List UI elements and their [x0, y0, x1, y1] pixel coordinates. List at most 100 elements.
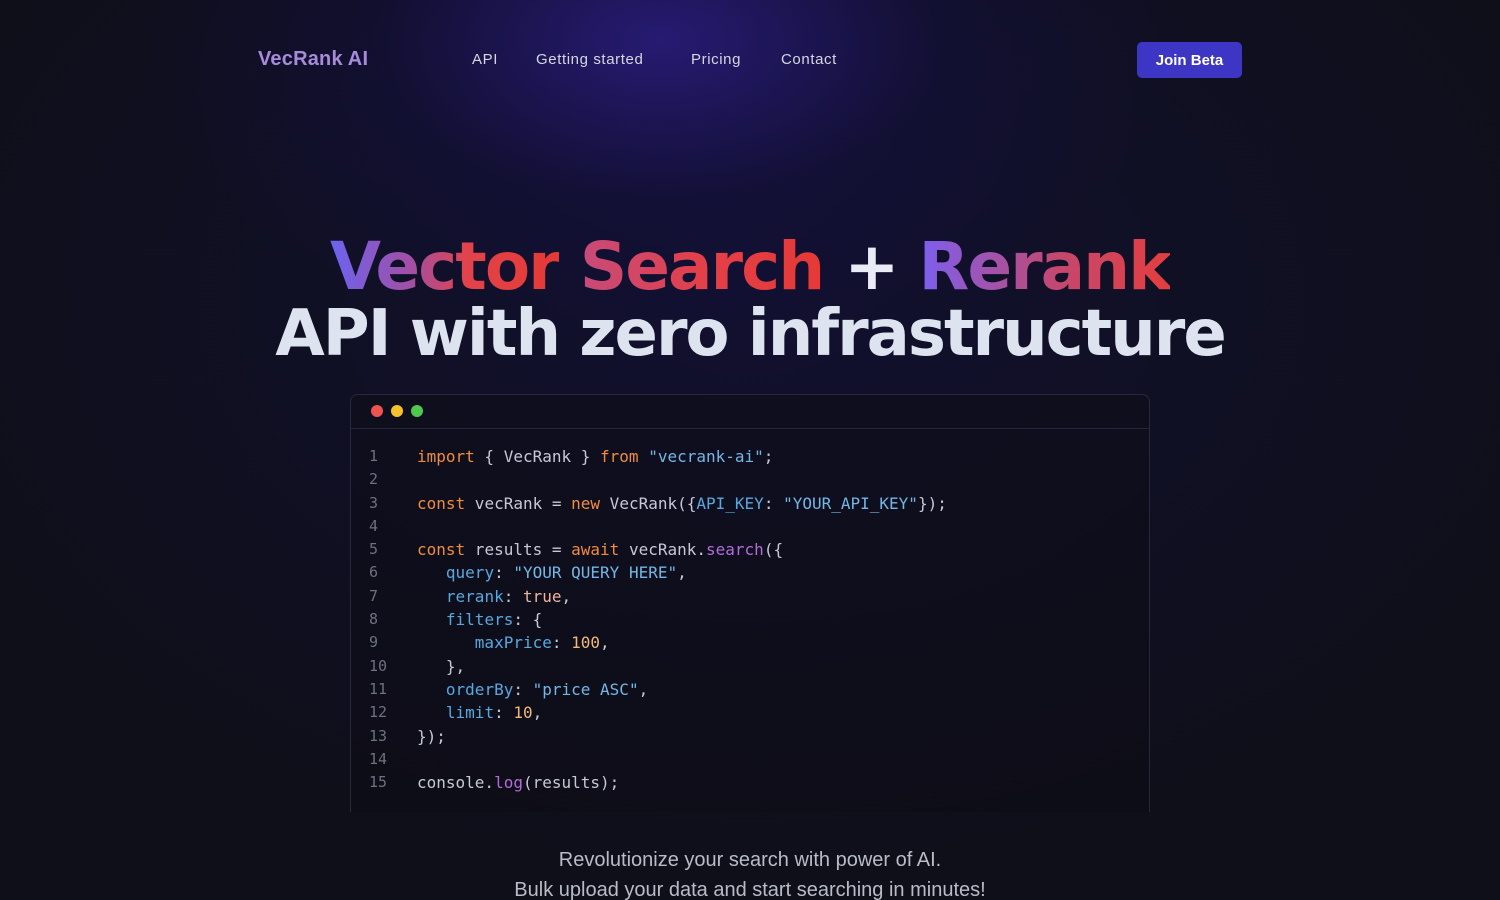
- code-token: :: [494, 563, 514, 583]
- code-token: true: [522, 586, 562, 606]
- code-line: 8 filters: {: [351, 608, 1149, 631]
- code-token: :: [503, 586, 523, 606]
- code-token: "price ASC": [532, 679, 639, 699]
- code-text: limit: 10,: [417, 701, 542, 724]
- nav-link-contact[interactable]: Contact: [781, 51, 837, 68]
- code-line: 14: [351, 748, 1149, 771]
- code-line: 3 const vecRank = new VecRank({API_KEY: "…: [351, 492, 1149, 515]
- top-navigation: VecRank AI API Getting started Pricing C…: [258, 42, 1242, 78]
- code-token: "YOUR QUERY HERE": [513, 563, 678, 583]
- brand-logo[interactable]: VecRank AI: [258, 48, 368, 71]
- code-token: vecRank.: [619, 540, 707, 560]
- code-line: 2: [351, 468, 1149, 491]
- code-token: query: [445, 563, 495, 583]
- code-line: 13});: [351, 725, 1149, 748]
- code-token: ,: [561, 586, 572, 606]
- code-token: log: [494, 773, 523, 793]
- nav-link-api[interactable]: API: [472, 51, 498, 68]
- code-block: 1 import { VecRank } from "vecrank-ai"; 2 3…: [351, 445, 1149, 794]
- code-text: const vecRank = new VecRank({API_KEY: "Y…: [417, 492, 947, 515]
- code-token: ,: [638, 679, 649, 699]
- code-token: });: [917, 493, 947, 513]
- tagline: Revolutionize your search with power of …: [0, 845, 1500, 900]
- line-number: 10: [369, 656, 388, 675]
- window-title-bar: [351, 395, 1149, 429]
- code-text: rerank: true,: [417, 585, 571, 608]
- hero-word-vector: Vector: [329, 228, 561, 305]
- line-number: 14: [369, 749, 388, 768]
- code-token: :: [551, 633, 572, 653]
- window-close-dot-icon: [371, 405, 383, 417]
- code-line: 5 const results = await vecRank.search({: [351, 538, 1149, 561]
- code-token: await: [571, 540, 620, 560]
- line-number: 2: [369, 470, 379, 489]
- code-text: filters: {: [417, 608, 542, 631]
- hero-word-search: Search: [579, 228, 825, 305]
- code-token: ,: [600, 633, 610, 653]
- line-number: 5: [369, 540, 379, 559]
- code-token: const: [417, 493, 466, 513]
- code-text: query: "YOUR QUERY HERE",: [417, 561, 687, 584]
- code-token: results =: [465, 540, 572, 560]
- hero-heading: Vector Search + Rerank API with zero inf…: [0, 232, 1500, 371]
- nav-link-pricing[interactable]: Pricing: [691, 51, 741, 68]
- line-number: 9: [369, 633, 379, 652]
- code-line: 12 limit: 10,: [351, 701, 1149, 724]
- line-number: 7: [369, 586, 379, 605]
- nav-link-getting-started[interactable]: Getting started: [536, 51, 643, 68]
- code-token: });: [417, 726, 446, 746]
- code-token: ;: [763, 447, 774, 466]
- tagline-line2: Bulk upload your data and start searchin…: [514, 879, 986, 900]
- code-line: 10 },: [351, 655, 1149, 678]
- line-number: 1: [369, 447, 379, 465]
- hero-title-line1: Vector Search + Rerank: [0, 232, 1500, 302]
- code-text: const results = await vecRank.search({: [417, 538, 783, 561]
- code-token: "YOUR_API_KEY": [783, 493, 918, 513]
- hero-word-rerank: Rerank: [918, 228, 1173, 305]
- code-token: "vecrank-ai": [648, 447, 764, 466]
- code-token: rerank: [445, 586, 504, 606]
- window-maximize-dot-icon: [411, 405, 423, 417]
- code-text: orderBy: "price ASC",: [417, 678, 648, 701]
- code-token: : {: [513, 610, 543, 630]
- code-token: const: [417, 540, 466, 560]
- code-token: 100: [571, 633, 601, 653]
- hero-title-line2: API with zero infrastructure: [275, 297, 1226, 371]
- code-token: console.: [417, 773, 495, 793]
- line-number: 13: [369, 726, 388, 745]
- code-token: ({: [763, 540, 784, 560]
- line-number: 3: [369, 493, 379, 512]
- code-token: (results);: [522, 773, 620, 793]
- hero-plus-sign: +: [844, 228, 899, 305]
- line-number: 6: [369, 563, 379, 582]
- code-line: 7 rerank: true,: [351, 585, 1149, 608]
- line-number: 8: [369, 610, 379, 629]
- code-token: :: [513, 679, 533, 699]
- code-token: maxPrice: [474, 633, 552, 653]
- line-number: 11: [369, 679, 388, 698]
- code-token: new: [571, 493, 601, 513]
- code-token: :: [763, 493, 784, 513]
- code-token: limit: [445, 703, 495, 723]
- code-text: });: [417, 725, 446, 748]
- code-token: API_KEY: [696, 493, 764, 513]
- code-text: console.log(results);: [417, 771, 619, 794]
- code-line: 15 console.log(results);: [351, 771, 1149, 794]
- code-line: 1 import { VecRank } from "vecrank-ai";: [351, 445, 1149, 468]
- code-text: },: [417, 655, 465, 678]
- line-number: 12: [369, 703, 388, 722]
- window-minimize-dot-icon: [391, 405, 403, 417]
- code-token: ,: [677, 563, 687, 583]
- join-beta-button[interactable]: Join Beta: [1137, 42, 1242, 78]
- code-window: 1 import { VecRank } from "vecrank-ai"; 2 3…: [350, 394, 1150, 812]
- code-line: 4: [351, 515, 1149, 538]
- code-token: VecRank({: [600, 493, 697, 513]
- code-line: 11 orderBy: "price ASC",: [351, 678, 1149, 701]
- code-token: orderBy: [445, 679, 514, 699]
- code-line: 6 query: "YOUR QUERY HERE",: [351, 561, 1149, 584]
